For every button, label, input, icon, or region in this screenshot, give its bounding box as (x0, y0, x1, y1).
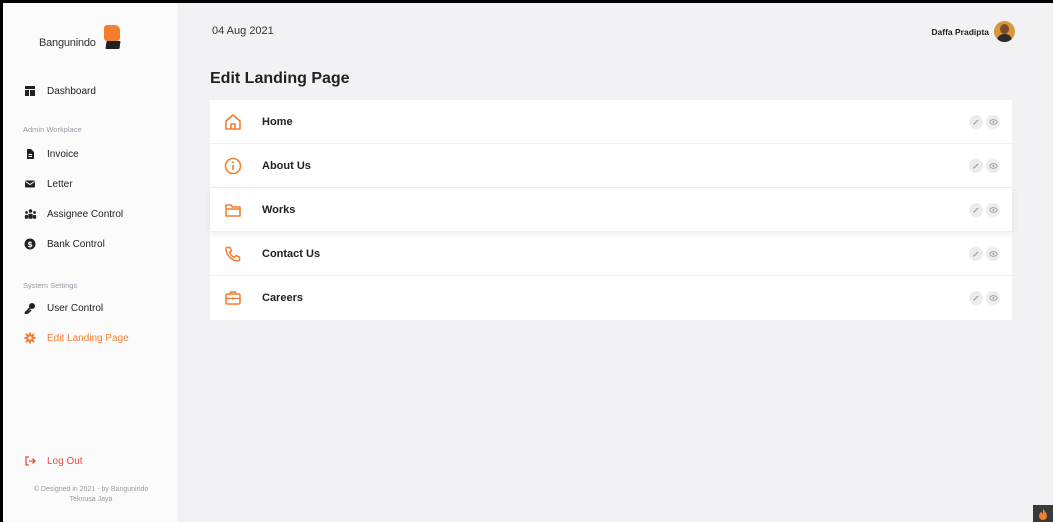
landing-sections-card: Home About Us Works Contact Us Careers (210, 100, 1012, 320)
view-icon[interactable] (986, 246, 1000, 261)
key-icon (23, 301, 37, 315)
user-menu[interactable]: Daffa Pradipta (931, 21, 1015, 42)
row-actions (969, 291, 1000, 305)
list-item-contact-us[interactable]: Contact Us (210, 232, 1012, 276)
sidebar-item-label: Bank Control (47, 238, 105, 250)
svg-text:$: $ (27, 240, 33, 249)
edit-icon[interactable] (969, 246, 983, 261)
list-item-label: Careers (262, 292, 303, 304)
footer-line: © Designed in 2021 - by Bangunindo (33, 486, 149, 493)
list-item-home[interactable]: Home (210, 100, 1012, 144)
dollar-circle-icon: $ (23, 237, 37, 251)
users-icon (23, 207, 37, 221)
brand-mark-icon (100, 25, 121, 49)
section-label-system: System Settings (23, 281, 78, 290)
edit-icon[interactable] (969, 114, 983, 129)
sidebar-item-label: Dashboard (47, 85, 96, 97)
view-icon[interactable] (986, 202, 1000, 217)
sidebar-item-bank-control[interactable]: $ Bank Control (23, 236, 105, 252)
sidebar-item-label: User Control (47, 302, 104, 314)
edit-icon[interactable] (969, 291, 983, 305)
footer: © Designed in 2021 - by Bangunindo Teknu… (3, 485, 179, 505)
envelope-icon (23, 177, 37, 191)
row-actions (969, 202, 1000, 217)
view-icon[interactable] (986, 291, 1000, 305)
logout-button[interactable]: Log Out (23, 454, 83, 468)
footer-line: Teknusa Jaya (69, 496, 113, 503)
list-item-careers[interactable]: Careers (210, 276, 1012, 320)
main-content: 04 Aug 2021 Daffa Pradipta Edit Landing … (179, 3, 1053, 522)
list-item-about-us[interactable]: About Us (210, 144, 1012, 188)
sidebar-item-label: Invoice (47, 148, 79, 160)
sidebar-item-user-control[interactable]: User Control (23, 300, 103, 316)
file-icon (23, 147, 37, 161)
folder-icon (222, 199, 244, 221)
logout-icon (23, 454, 37, 468)
view-icon[interactable] (986, 114, 1000, 129)
user-name: Daffa Pradipta (931, 26, 989, 37)
brand-name: Bangunindo (39, 37, 96, 49)
sidebar-item-letter[interactable]: Letter (23, 176, 73, 192)
avatar[interactable] (994, 21, 1015, 42)
sidebar-item-assignee-control[interactable]: Assignee Control (23, 206, 123, 222)
row-actions (969, 246, 1000, 261)
phone-icon (222, 243, 244, 265)
row-actions (969, 158, 1000, 173)
view-icon[interactable] (986, 158, 1000, 173)
list-item-label: Home (262, 115, 293, 128)
list-item-label: Works (262, 203, 296, 216)
section-label-admin: Admin Workplace (23, 125, 82, 134)
info-icon (222, 155, 244, 177)
sidebar-item-invoice[interactable]: Invoice (23, 146, 79, 162)
row-actions (969, 114, 1000, 129)
gear-icon (23, 331, 37, 345)
logout-label: Log Out (47, 455, 83, 467)
sidebar: Bangunindo Dashboard Admin Workplace Inv… (3, 3, 179, 522)
sidebar-item-edit-landing-page[interactable]: Edit Landing Page (23, 330, 129, 346)
app-frame: Bangunindo Dashboard Admin Workplace Inv… (3, 3, 1053, 522)
page-title: Edit Landing Page (210, 70, 350, 87)
dashboard-icon (23, 84, 37, 98)
list-item-label: About Us (262, 159, 311, 172)
sidebar-item-label: Assignee Control (47, 208, 124, 220)
sidebar-item-label: Letter (47, 178, 73, 190)
sidebar-item-dashboard[interactable]: Dashboard (23, 83, 96, 99)
list-item-label: Contact Us (262, 247, 321, 260)
edit-icon[interactable] (969, 158, 983, 173)
home-icon (222, 111, 244, 133)
briefcase-icon (222, 287, 244, 309)
flame-icon[interactable] (1033, 505, 1053, 522)
brand-logo[interactable]: Bangunindo (39, 25, 121, 49)
edit-icon[interactable] (969, 202, 983, 217)
list-item-works[interactable]: Works (210, 188, 1012, 232)
sidebar-item-label: Edit Landing Page (47, 332, 129, 344)
current-date: 04 Aug 2021 (212, 25, 274, 37)
